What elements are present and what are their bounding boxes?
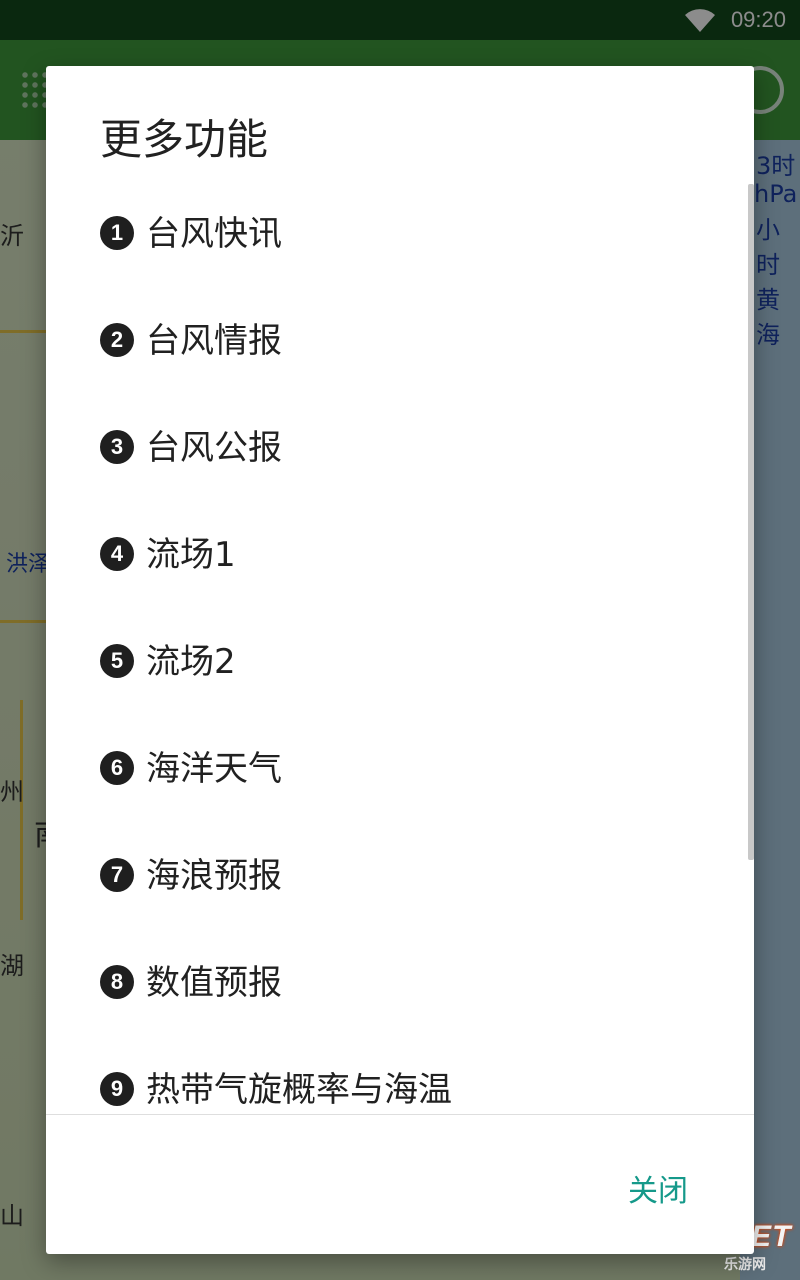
- list-item-ocean-weather[interactable]: 6 海洋天气: [100, 739, 700, 799]
- list-item-wave-forecast[interactable]: 7 海浪预报: [100, 846, 700, 906]
- list-item-numerical-forecast[interactable]: 8 数值预报: [100, 953, 700, 1013]
- list-item-label: 流场2: [146, 642, 236, 682]
- dialog-title: 更多功能: [100, 115, 269, 164]
- list-item-flow-field-2[interactable]: 5 流场2: [100, 632, 700, 692]
- number-badge-icon: 5: [100, 643, 134, 678]
- watermark-sub: 乐游网: [724, 1256, 766, 1272]
- number-badge-icon: 6: [100, 750, 134, 785]
- close-button[interactable]: 关闭: [628, 1166, 688, 1210]
- list-item-label: 海洋天气: [146, 749, 282, 789]
- dialog-divider: [46, 1114, 754, 1115]
- list-item-label: 热带气旋概率与海温: [146, 1070, 452, 1110]
- number-badge-icon: 9: [100, 1071, 134, 1106]
- number-badge-icon: 1: [100, 215, 134, 250]
- list-item-typhoon-bulletin[interactable]: 3 台风公报: [100, 418, 700, 478]
- list-item-typhoon-intel[interactable]: 2 台风情报: [100, 311, 700, 371]
- list-item-label: 台风公报: [146, 428, 282, 468]
- list-item-label: 台风快讯: [146, 214, 282, 254]
- number-badge-icon: 2: [100, 322, 134, 357]
- number-badge-icon: 4: [100, 536, 134, 571]
- list-item-label: 流场1: [146, 535, 236, 575]
- list-item-label: 台风情报: [146, 321, 282, 361]
- list-item-typhoon-flash[interactable]: 1 台风快讯: [100, 204, 700, 264]
- number-badge-icon: 3: [100, 429, 134, 464]
- number-badge-icon: 7: [100, 857, 134, 892]
- more-functions-dialog: 更多功能 1 台风快讯 2 台风情报 3 台风公报 4 流场1 5 流场2 6 海洋天气 7…: [46, 66, 754, 1254]
- function-list[interactable]: 1 台风快讯 2 台风情报 3 台风公报 4 流场1 5 流场2 6 海洋天气 7 海浪预报 …: [46, 182, 754, 1114]
- list-item-label: 数值预报: [146, 963, 282, 1003]
- list-item-cyclone-probability-sst[interactable]: 9 热带气旋概率与海温: [100, 1060, 700, 1114]
- list-item-label: 海浪预报: [146, 856, 282, 896]
- number-badge-icon: 8: [100, 964, 134, 999]
- list-item-flow-field-1[interactable]: 4 流场1: [100, 525, 700, 585]
- list-scrollbar[interactable]: [748, 184, 754, 860]
